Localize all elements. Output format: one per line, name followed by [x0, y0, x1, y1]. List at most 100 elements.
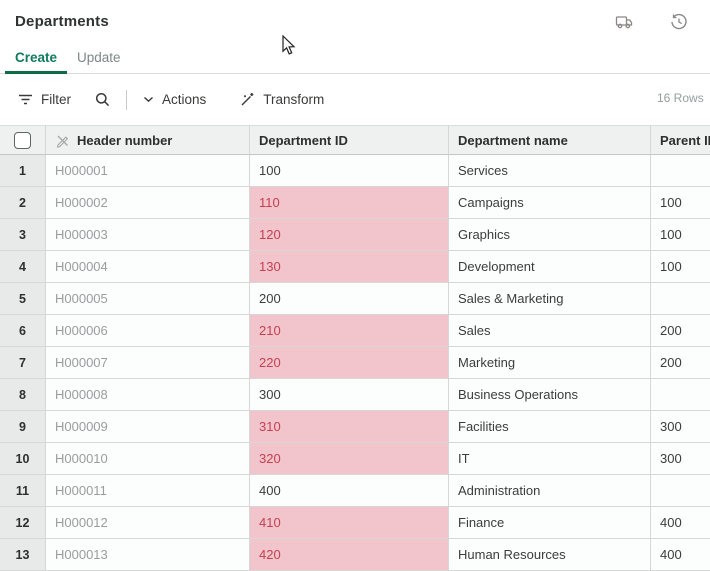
row-number[interactable]: 10 [0, 443, 46, 475]
cell-department-id[interactable]: 300 [250, 379, 449, 411]
data-table: Header number Department ID Department n… [0, 125, 710, 571]
cell-department-name[interactable]: Facilities [449, 411, 651, 443]
cell-parent-id[interactable]: 200 [651, 347, 710, 379]
column-header-parent-id[interactable]: Parent ID [651, 125, 710, 155]
row-number[interactable]: 1 [0, 155, 46, 187]
cell-header-number[interactable]: H000005 [46, 283, 250, 315]
cell-department-id[interactable]: 320 [250, 443, 449, 475]
cell-parent-id[interactable]: 100 [651, 251, 710, 283]
filter-button[interactable]: Filter [14, 88, 75, 111]
table-row: 13 H000013 420 Human Resources 400 [0, 539, 710, 571]
cell-department-id[interactable]: 410 [250, 507, 449, 539]
table-header-row: Header number Department ID Department n… [0, 125, 710, 155]
cell-department-id[interactable]: 400 [250, 475, 449, 507]
toolbar-divider [126, 90, 127, 110]
cell-department-name[interactable]: IT [449, 443, 651, 475]
transform-label: Transform [263, 92, 324, 107]
search-button[interactable] [91, 88, 114, 111]
cell-header-number[interactable]: H000009 [46, 411, 250, 443]
cell-department-name[interactable]: Marketing [449, 347, 651, 379]
cell-department-name[interactable]: Development [449, 251, 651, 283]
column-header-header-number[interactable]: Header number [46, 125, 250, 155]
cell-department-name[interactable]: Administration [449, 475, 651, 507]
cell-department-id[interactable]: 200 [250, 283, 449, 315]
table-row: 2 H000002 110 Campaigns 100 [0, 187, 710, 219]
cell-header-number[interactable]: H000004 [46, 251, 250, 283]
cell-department-id[interactable]: 120 [250, 219, 449, 251]
chevron-down-icon [143, 96, 154, 103]
cell-parent-id[interactable] [651, 475, 710, 507]
cell-parent-id[interactable]: 100 [651, 187, 710, 219]
cell-parent-id[interactable]: 100 [651, 219, 710, 251]
cell-header-number[interactable]: H000011 [46, 475, 250, 507]
cell-header-number[interactable]: H000003 [46, 219, 250, 251]
row-number[interactable]: 6 [0, 315, 46, 347]
row-number[interactable]: 5 [0, 283, 46, 315]
cell-parent-id[interactable]: 300 [651, 411, 710, 443]
cell-header-number[interactable]: H000010 [46, 443, 250, 475]
cell-parent-id[interactable] [651, 283, 710, 315]
table-body: 1 H000001 100 Services 2 H000002 110 Cam… [0, 155, 710, 571]
cell-header-number[interactable]: H000008 [46, 379, 250, 411]
cell-department-name[interactable]: Sales & Marketing [449, 283, 651, 315]
cell-department-name[interactable]: Graphics [449, 219, 651, 251]
cell-department-id[interactable]: 310 [250, 411, 449, 443]
cell-department-name[interactable]: Sales [449, 315, 651, 347]
cell-header-number[interactable]: H000013 [46, 539, 250, 571]
tab-update[interactable]: Update [67, 44, 131, 74]
cell-department-id[interactable]: 220 [250, 347, 449, 379]
row-number[interactable]: 8 [0, 379, 46, 411]
cell-department-name[interactable]: Services [449, 155, 651, 187]
search-icon [95, 92, 110, 107]
select-all-cell [0, 125, 46, 155]
table-row: 4 H000004 130 Development 100 [0, 251, 710, 283]
tab-bar: Create Update [0, 44, 710, 74]
table-row: 8 H000008 300 Business Operations [0, 379, 710, 411]
select-all-checkbox[interactable] [14, 132, 31, 149]
column-header-department-id[interactable]: Department ID [250, 125, 449, 155]
table-row: 6 H000006 210 Sales 200 [0, 315, 710, 347]
cell-parent-id[interactable] [651, 379, 710, 411]
row-number[interactable]: 3 [0, 219, 46, 251]
cell-header-number[interactable]: H000007 [46, 347, 250, 379]
cell-parent-id[interactable]: 400 [651, 507, 710, 539]
cell-parent-id[interactable]: 400 [651, 539, 710, 571]
page-title: Departments [15, 13, 710, 30]
cell-header-number[interactable]: H000012 [46, 507, 250, 539]
row-number[interactable]: 9 [0, 411, 46, 443]
cell-department-id[interactable]: 420 [250, 539, 449, 571]
table-row: 1 H000001 100 Services [0, 155, 710, 187]
actions-dropdown-button[interactable]: Actions [139, 88, 210, 111]
truck-button[interactable] [610, 9, 638, 35]
cell-department-id[interactable]: 110 [250, 187, 449, 219]
table-row: 10 H000010 320 IT 300 [0, 443, 710, 475]
row-number[interactable]: 4 [0, 251, 46, 283]
cell-department-id[interactable]: 130 [250, 251, 449, 283]
column-header-department-name[interactable]: Department name [449, 125, 651, 155]
actions-label: Actions [162, 92, 206, 107]
cell-department-name[interactable]: Business Operations [449, 379, 651, 411]
cell-parent-id[interactable]: 300 [651, 443, 710, 475]
cell-parent-id[interactable] [651, 155, 710, 187]
row-number[interactable]: 12 [0, 507, 46, 539]
row-number[interactable]: 7 [0, 347, 46, 379]
cell-header-number[interactable]: H000002 [46, 187, 250, 219]
cell-department-name[interactable]: Human Resources [449, 539, 651, 571]
cell-header-number[interactable]: H000001 [46, 155, 250, 187]
cell-department-name[interactable]: Finance [449, 507, 651, 539]
cell-parent-id[interactable]: 200 [651, 315, 710, 347]
row-number[interactable]: 11 [0, 475, 46, 507]
cell-department-id[interactable]: 100 [250, 155, 449, 187]
cell-department-id[interactable]: 210 [250, 315, 449, 347]
history-icon [670, 13, 688, 31]
cell-header-number[interactable]: H000006 [46, 315, 250, 347]
cell-department-name[interactable]: Campaigns [449, 187, 651, 219]
history-button[interactable] [665, 9, 693, 35]
row-number[interactable]: 13 [0, 539, 46, 571]
tab-create[interactable]: Create [5, 44, 67, 74]
row-number[interactable]: 2 [0, 187, 46, 219]
table-row: 9 H000009 310 Facilities 300 [0, 411, 710, 443]
transform-button[interactable]: Transform [236, 88, 328, 111]
row-count-label: 16 Rows [657, 91, 710, 105]
readonly-pencil-slash-icon [55, 133, 70, 148]
